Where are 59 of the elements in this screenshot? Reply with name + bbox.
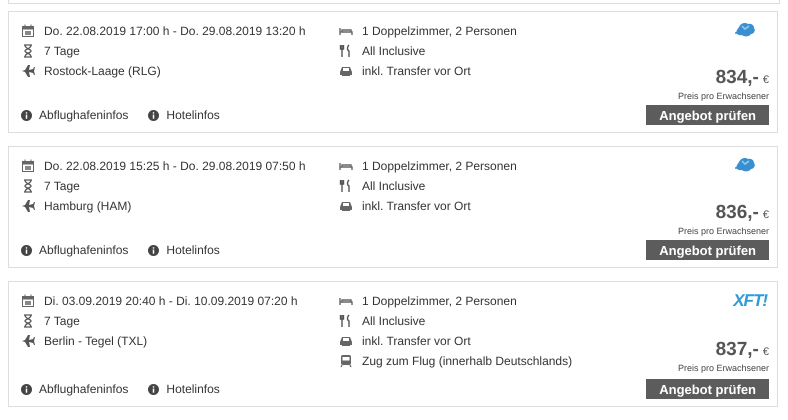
- info-icon: [148, 110, 160, 120]
- info-link[interactable]: Hotelinfos: [148, 382, 220, 396]
- offer-detail: inkl. Transfer vor Ort: [362, 199, 471, 213]
- hourglass-icon: [21, 314, 35, 328]
- check-offer-button[interactable]: Angebot prüfen: [646, 240, 769, 260]
- offer-detail: Hamburg (HAM): [44, 199, 132, 213]
- car-icon: [339, 199, 353, 213]
- currency: €: [762, 346, 769, 358]
- plane-icon: [21, 199, 35, 213]
- price-note: Preis pro Erwachsener: [678, 91, 769, 101]
- operator-logo: [733, 156, 757, 174]
- train-icon: [339, 354, 353, 368]
- info-link[interactable]: Abflughafeninfos: [21, 243, 128, 257]
- car-icon: [339, 64, 353, 78]
- offer-detail: All Inclusive: [362, 314, 426, 328]
- offer-detail: All Inclusive: [362, 179, 426, 193]
- operator-logo: [733, 21, 757, 39]
- offer-detail: 7 Tage: [44, 44, 80, 58]
- offer-detail: inkl. Transfer vor Ort: [362, 64, 471, 78]
- info-icon: [21, 110, 32, 120]
- offer-detail: 1 Doppelzimmer, 2 Personen: [362, 159, 517, 173]
- offer-detail: 1 Doppelzimmer, 2 Personen: [362, 294, 517, 308]
- info-icon: [21, 244, 32, 256]
- offer-detail: 7 Tage: [44, 179, 80, 193]
- price-note: Preis pro Erwachsener: [678, 363, 769, 373]
- info-icon: [21, 384, 32, 394]
- price: 834,-: [716, 67, 759, 89]
- offer-detail: Do. 22.08.2019 17:00 h - Do. 29.08.2019 13:20 h: [44, 24, 306, 38]
- plane-icon: [21, 334, 35, 348]
- calendar-icon: [21, 24, 35, 38]
- hourglass-icon: [21, 44, 35, 58]
- hourglass-icon: [21, 179, 35, 193]
- operator-logo: XFT!: [733, 291, 767, 311]
- currency: €: [762, 74, 769, 86]
- offer-detail: 7 Tage: [44, 314, 80, 328]
- price-note: Preis pro Erwachsener: [678, 226, 769, 236]
- plane-icon: [21, 64, 35, 78]
- info-link[interactable]: Abflughafeninfos: [21, 382, 128, 396]
- info-icon: [148, 244, 160, 256]
- offer-detail: 1 Doppelzimmer, 2 Personen: [362, 24, 517, 38]
- offer-detail: Di. 03.09.2019 20:40 h - Di. 10.09.2019 07:20 h: [44, 294, 298, 308]
- offer-detail: inkl. Transfer vor Ort: [362, 334, 471, 348]
- currency: €: [762, 209, 769, 221]
- info-link[interactable]: Abflughafeninfos: [21, 108, 128, 122]
- price: 836,-: [716, 202, 759, 224]
- price: 837,-: [716, 339, 759, 361]
- info-link[interactable]: Hotelinfos: [148, 108, 220, 122]
- info-icon: [148, 384, 160, 394]
- info-link[interactable]: Hotelinfos: [148, 243, 220, 257]
- calendar-icon: [21, 159, 35, 173]
- calendar-icon: [21, 294, 35, 308]
- offer-detail: Berlin - Tegel (TXL): [44, 334, 148, 348]
- check-offer-button[interactable]: Angebot prüfen: [646, 379, 769, 399]
- offer-detail: Zug zum Flug (innerhalb Deutschlands): [362, 354, 572, 368]
- car-icon: [339, 334, 353, 348]
- check-offer-button[interactable]: Angebot prüfen: [646, 105, 769, 125]
- offer-detail: Rostock-Laage (RLG): [44, 64, 161, 78]
- offer-detail: All Inclusive: [362, 44, 426, 58]
- offer-detail: Do. 22.08.2019 15:25 h - Do. 29.08.2019 07:50 h: [44, 159, 306, 173]
